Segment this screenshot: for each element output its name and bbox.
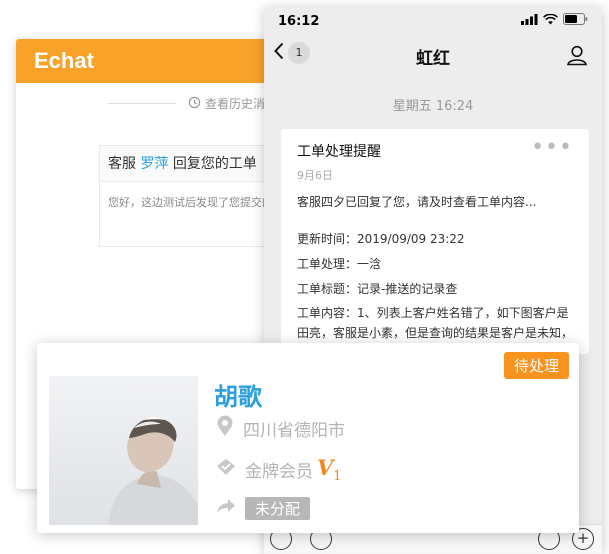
ticket-subject: 工单标题：记录-推送的记录查 — [297, 282, 458, 296]
member-badge-icon — [216, 458, 245, 481]
nav-bar: 1 虹红 — [264, 35, 602, 77]
ticket-reply-card[interactable]: 客服 罗萍 回复您的工单 您好，这边测试后发现了您提交的问题 — [99, 145, 278, 247]
location-text: 四川省德阳市 — [243, 421, 345, 441]
history-icon — [188, 96, 205, 112]
unread-badge: 1 — [288, 42, 310, 64]
status-icons — [521, 13, 588, 29]
user-profile-icon[interactable] — [566, 44, 588, 70]
vip-number: 1 — [333, 469, 342, 485]
vip-level: V1 — [317, 455, 342, 484]
view-history-link[interactable]: 查看历史消息 — [108, 95, 277, 112]
status-badge[interactable]: 待处理 — [503, 352, 569, 379]
updated-time: 更新时间：2019/09/09 23:22 — [297, 232, 465, 246]
notification-date: 9月6日 — [297, 169, 333, 182]
notification-intro: 客服四夕已回复了您，请及时查看工单内容... — [297, 195, 537, 209]
chat-title: 虹红 — [416, 48, 450, 69]
customer-membership: 金牌会员 V1 — [216, 455, 342, 484]
ticket-card-body: 您好，这边测试后发现了您提交的问题 — [108, 196, 278, 209]
echat-logo: Echat — [34, 48, 94, 73]
agent-name: 罗萍 — [140, 156, 169, 172]
membership-text: 金牌会员 — [245, 462, 313, 483]
customer-location: 四川省德阳市 — [216, 415, 345, 442]
status-time: 16:12 — [278, 13, 320, 29]
battery-icon — [563, 13, 588, 29]
customer-avatar — [49, 376, 198, 525]
location-pin-icon — [216, 415, 243, 442]
assignment-badge[interactable]: 未分配 — [245, 497, 311, 520]
wifi-icon — [543, 13, 558, 29]
ticket-handling: 工单处理：一浛 — [297, 257, 382, 271]
ticket-card-title: 客服 罗萍 回复您的工单 — [100, 146, 278, 182]
message-timestamp: 星期五 16:24 — [392, 99, 474, 114]
more-icon[interactable]: ••• — [531, 137, 573, 159]
share-arrow-icon — [216, 498, 245, 519]
chevron-left-icon — [274, 42, 284, 64]
customer-card[interactable]: 胡歌 四川省德阳市 金牌会员 V1 未分配 待处理 — [37, 343, 579, 533]
signal-icon — [521, 13, 538, 29]
customer-name: 胡歌 — [214, 383, 262, 411]
status-bar: 16:12 — [264, 7, 602, 35]
echat-header: Echat — [16, 39, 278, 83]
divider — [108, 103, 176, 104]
ticket-notification-card[interactable]: 工单处理提醒 ••• 9月6日 客服四夕已回复了您，请及时查看工单内容... 更… — [281, 129, 589, 354]
card-suffix: 回复您的工单 — [172, 156, 257, 172]
vip-letter: V — [317, 455, 334, 480]
card-prefix: 客服 — [108, 156, 136, 172]
back-button[interactable]: 1 — [274, 42, 310, 64]
customer-assignment: 未分配 — [216, 497, 311, 520]
